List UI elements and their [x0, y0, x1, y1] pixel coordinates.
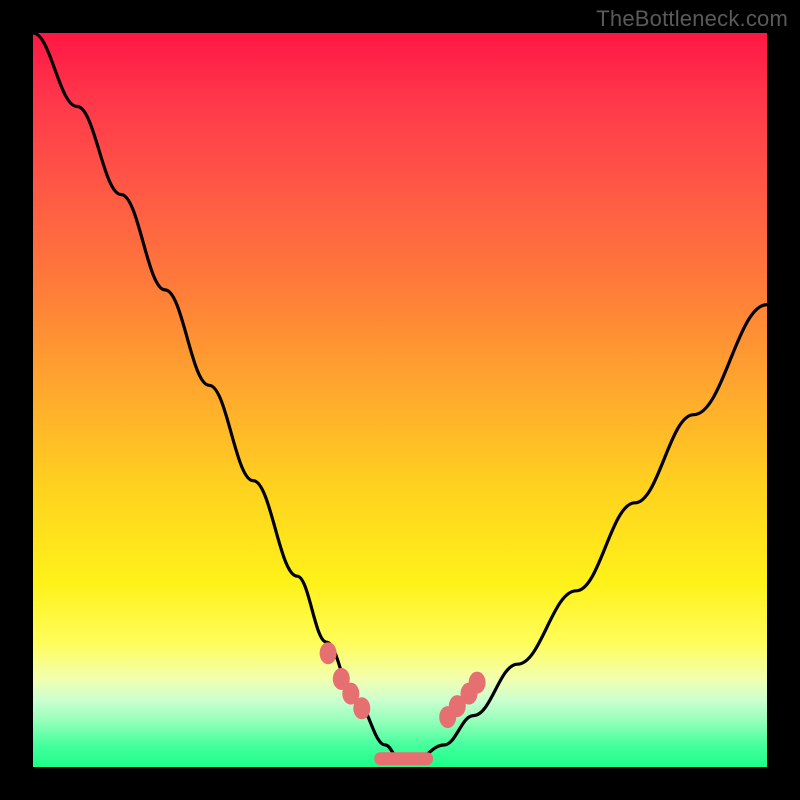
- watermark-text: TheBottleneck.com: [596, 6, 788, 32]
- bottleneck-curve: [33, 33, 767, 760]
- chart-overlay: [33, 33, 767, 767]
- markers-right-cluster: [439, 672, 485, 729]
- marker-dot: [353, 697, 370, 719]
- chart-frame: TheBottleneck.com: [0, 0, 800, 800]
- marker-dot: [320, 642, 337, 664]
- markers-left-cluster: [320, 642, 371, 719]
- curve-flat-segment: [374, 752, 433, 765]
- marker-dot: [469, 672, 486, 694]
